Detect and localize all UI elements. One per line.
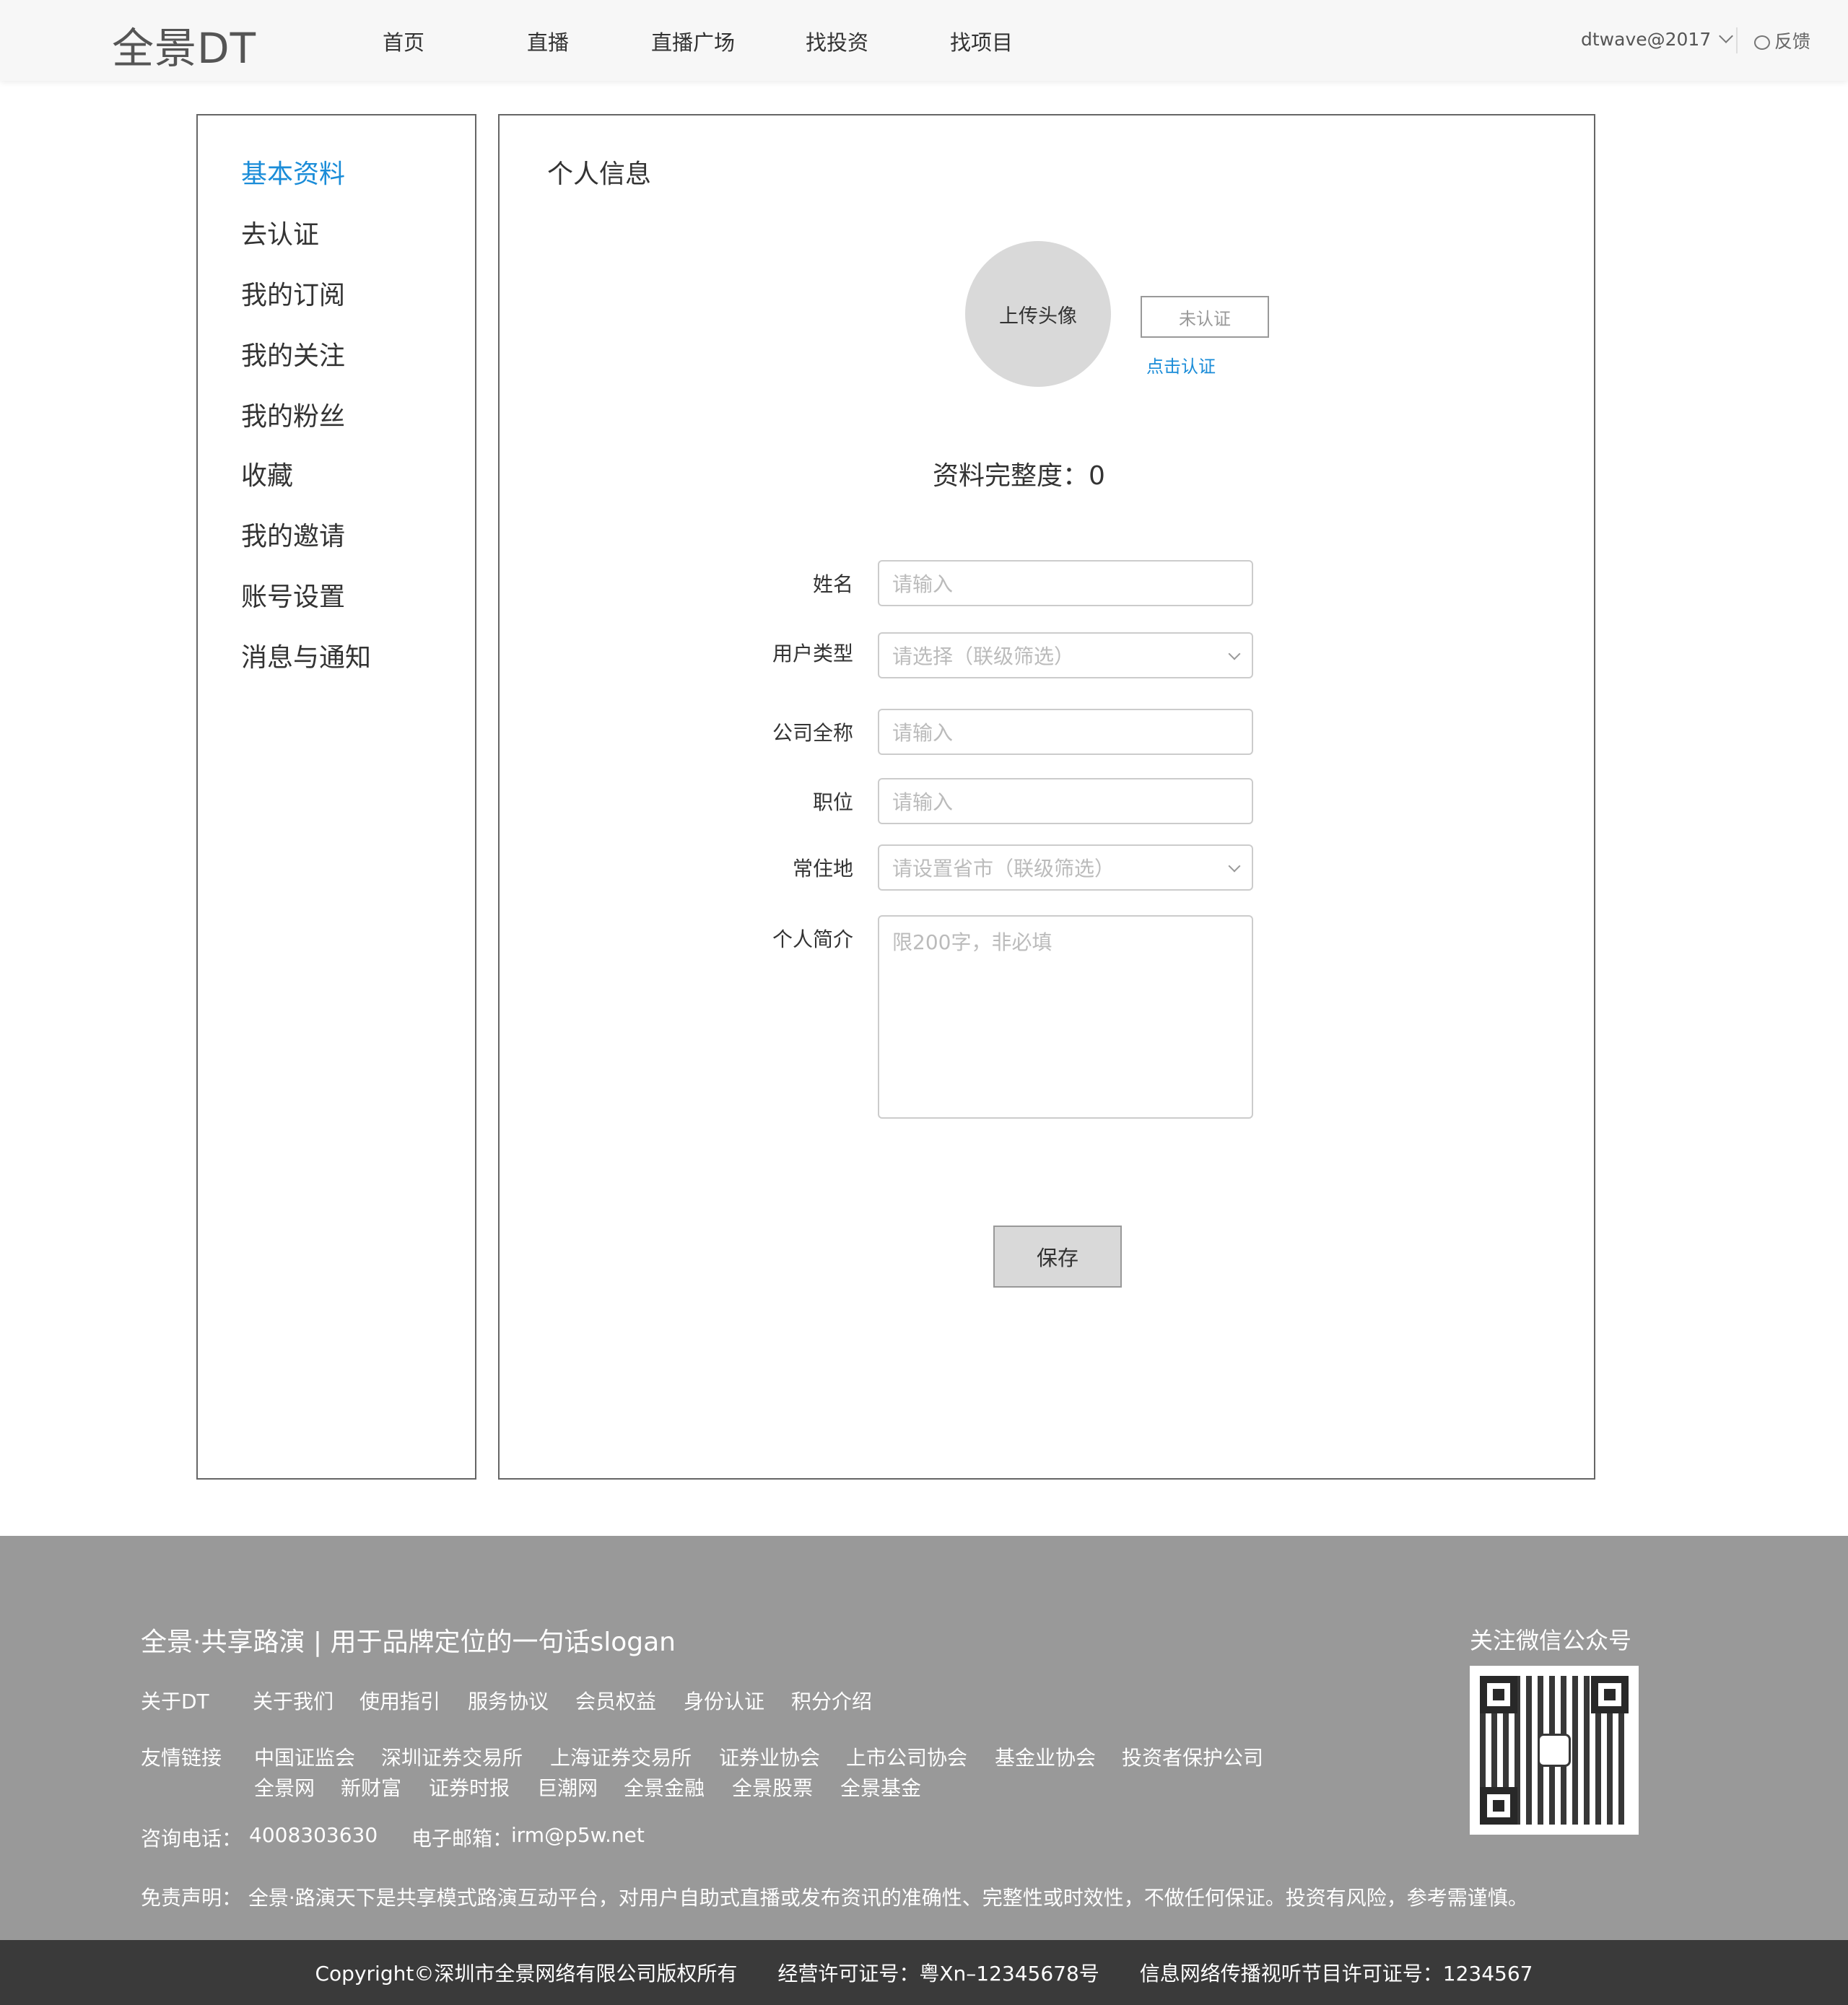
top-header: 全景DT 首页 直播 直播广场 找投资 找项目 dtwave@2017 反馈: [0, 0, 1848, 81]
footer-link-sipf[interactable]: 投资者保护公司: [1122, 1742, 1263, 1771]
footer-disclaimer: 免责声明： 全景·路演天下是共享模式路演互动平台，对用户自助式直播或发布资讯的准…: [141, 1886, 1528, 1910]
nav-live[interactable]: 直播: [527, 26, 569, 56]
wechat-title: 关注微信公众号: [1470, 1627, 1632, 1654]
footer-link-p5w[interactable]: 全景网: [254, 1773, 315, 1801]
profile-panel: 个人信息 上传头像 未认证 点击认证 资料完整度：0 姓名 请输入 用户类型 请…: [498, 114, 1595, 1480]
qr-pattern: [1480, 1676, 1629, 1825]
company-label: 公司全称: [772, 721, 853, 745]
footer-link-terms[interactable]: 服务协议: [468, 1686, 549, 1715]
sidebar-item-favorites[interactable]: 收藏: [241, 455, 293, 492]
position-field[interactable]: 请输入: [878, 778, 1253, 824]
qr-finder: [1480, 1787, 1517, 1825]
sidebar-item-notifications[interactable]: 消息与通知: [241, 637, 371, 674]
footer-link-szse[interactable]: 深圳证券交易所: [381, 1742, 523, 1771]
footer-phone-label: 咨询电话：: [141, 1827, 243, 1851]
nav-home[interactable]: 首页: [383, 26, 424, 56]
chat-bubble-icon: [1754, 35, 1770, 50]
qr-finder: [1591, 1676, 1629, 1713]
logo[interactable]: 全景DT: [112, 14, 256, 75]
status-badge: 未认证: [1141, 296, 1269, 338]
location-label: 常住地: [792, 857, 853, 881]
footer-link-csrc[interactable]: 中国证监会: [254, 1742, 355, 1771]
user-type-placeholder: 请选择（联级筛选）: [892, 645, 1075, 668]
user-type-label: 用户类型: [772, 642, 853, 665]
wechat-qr-code: [1470, 1666, 1639, 1835]
nav-find-project[interactable]: 找项目: [950, 26, 1013, 56]
sidebar-item-following[interactable]: 我的关注: [241, 335, 345, 372]
name-field[interactable]: 请输入: [878, 560, 1253, 606]
footer-link-identity[interactable]: 身份认证: [684, 1686, 764, 1715]
footer-link-cninfo[interactable]: 巨潮网: [537, 1773, 598, 1801]
name-label: 姓名: [812, 572, 853, 596]
copyright-text: Copyright©深圳市全景网络有限公司版权所有: [315, 1962, 738, 1986]
footer-link-member-benefits[interactable]: 会员权益: [575, 1686, 656, 1715]
location-placeholder: 请设置省市（联级筛选）: [892, 857, 1115, 881]
nav-live-square[interactable]: 直播广场: [651, 26, 735, 56]
qr-finder: [1480, 1676, 1517, 1713]
footer-link-points[interactable]: 积分介绍: [791, 1686, 872, 1715]
footer-link-stocks[interactable]: 全景股票: [732, 1773, 813, 1801]
footer-link-capco[interactable]: 上市公司协会: [846, 1742, 967, 1771]
footer-link-sac[interactable]: 证券业协会: [719, 1742, 820, 1771]
footer-link-funds[interactable]: 全景基金: [840, 1773, 921, 1801]
footer-email-label: 电子邮箱：: [411, 1827, 513, 1851]
page-title: 个人信息: [547, 160, 652, 189]
sidebar-item-account-settings[interactable]: 账号设置: [241, 576, 345, 613]
user-menu[interactable]: dtwave@2017: [1581, 29, 1734, 50]
user-type-select[interactable]: 请选择（联级筛选）: [878, 632, 1253, 678]
sidebar: 基本资料 去认证 我的订阅 我的关注 我的粉丝 收藏 我的邀请 账号设置 消息与…: [196, 114, 476, 1480]
sidebar-item-subscriptions[interactable]: 我的订阅: [241, 274, 345, 312]
company-field[interactable]: 请输入: [878, 709, 1253, 755]
user-name: dtwave@2017: [1581, 29, 1712, 50]
footer-link-about-us[interactable]: 关于我们: [253, 1686, 334, 1715]
sidebar-item-fans[interactable]: 我的粉丝: [241, 396, 345, 433]
profile-completeness: 资料完整度：0: [933, 461, 1105, 491]
copyright-bar: Copyright©深圳市全景网络有限公司版权所有 经营许可证号：粤Xn–123…: [0, 1940, 1848, 2005]
feedback-button[interactable]: 反馈: [1754, 27, 1810, 53]
footer-email[interactable]: irm@p5w.net: [511, 1823, 645, 1847]
footer-link-guide[interactable]: 使用指引: [359, 1686, 440, 1715]
location-select[interactable]: 请设置省市（联级筛选）: [878, 844, 1253, 891]
avatar-upload[interactable]: 上传头像: [965, 241, 1111, 387]
footer-phone: 4008303630: [249, 1823, 378, 1847]
footer-about-label: 关于DT: [141, 1690, 209, 1713]
qr-logo-icon: [1538, 1734, 1571, 1767]
footer-link-finance[interactable]: 全景金融: [624, 1773, 705, 1801]
footer-link-amac[interactable]: 基金业协会: [995, 1742, 1096, 1771]
bio-textarea[interactable]: 限200字，非必填: [878, 915, 1253, 1119]
verify-link[interactable]: 点击认证: [1146, 352, 1216, 377]
header-divider: [1736, 27, 1738, 53]
sidebar-item-verify[interactable]: 去认证: [241, 214, 319, 251]
feedback-label: 反馈: [1774, 31, 1811, 52]
footer-link-stcn[interactable]: 证券时报: [429, 1773, 510, 1801]
footer-link-xcf[interactable]: 新财富: [341, 1773, 401, 1801]
chevron-down-icon: [1228, 860, 1241, 873]
avatar-upload-label: 上传头像: [999, 305, 1077, 328]
chevron-down-icon: [1228, 647, 1241, 660]
position-label: 职位: [812, 790, 853, 814]
sidebar-item-basic-info[interactable]: 基本资料: [241, 153, 345, 191]
chevron-down-icon: [1719, 29, 1734, 43]
footer-friends-label: 友情链接: [141, 1746, 222, 1770]
footer-slogan: 全景·共享路演 | 用于品牌定位的一句话slogan: [141, 1628, 676, 1657]
save-button[interactable]: 保存: [993, 1226, 1122, 1288]
footer: 全景·共享路演 | 用于品牌定位的一句话slogan 关于DT 关于我们 使用指…: [0, 1536, 1848, 1940]
bio-label: 个人简介: [772, 927, 853, 951]
nav-find-investment[interactable]: 找投资: [806, 26, 868, 56]
business-license: 经营许可证号：粤Xn–12345678号: [777, 1962, 1099, 1986]
av-license: 信息网络传播视听节目许可证号：1234567: [1139, 1962, 1533, 1986]
footer-link-sse[interactable]: 上海证券交易所: [550, 1742, 692, 1771]
sidebar-item-invitations[interactable]: 我的邀请: [241, 515, 345, 553]
